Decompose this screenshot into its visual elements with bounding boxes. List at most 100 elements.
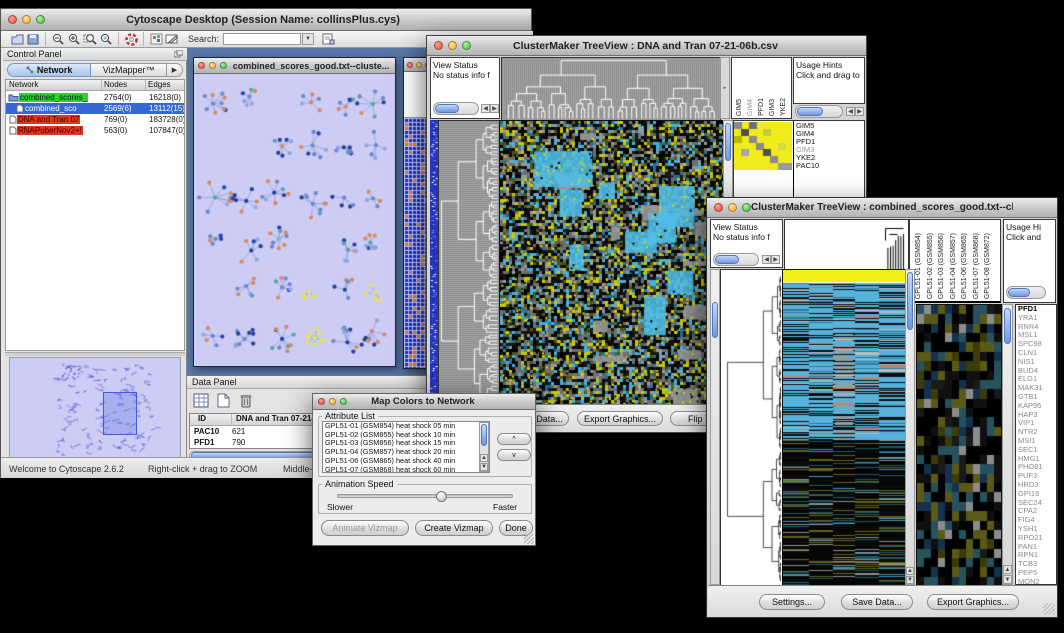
- treeview2-title-bar[interactable]: ClusterMaker TreeView : combined_scores_…: [707, 198, 1057, 218]
- minimize-button[interactable]: [329, 398, 336, 405]
- tv1-heatmap-canvas[interactable]: [499, 120, 724, 406]
- tv1-status-scrollbar[interactable]: [433, 102, 479, 115]
- scroll-right-arrow[interactable]: ▶: [855, 107, 864, 116]
- tv1-thumbnail-canvas[interactable]: [734, 122, 792, 170]
- scroll-left-arrow[interactable]: ◀: [762, 255, 771, 264]
- create-vizmap-button[interactable]: Create Vizmap: [415, 520, 493, 536]
- tv1-selection-strip-canvas[interactable]: [430, 120, 438, 404]
- resize-grip[interactable]: [1043, 603, 1055, 615]
- tv1-column-dendrogram-canvas[interactable]: [501, 57, 721, 121]
- scroll-down-arrow[interactable]: ▼: [480, 463, 488, 471]
- help-icon[interactable]: [123, 32, 139, 47]
- tv2-usage-scrollbar[interactable]: [1006, 286, 1046, 299]
- overview-canvas[interactable]: [9, 357, 181, 459]
- panel-split-handle[interactable]: [5, 352, 185, 356]
- table-view-icon[interactable]: [193, 393, 209, 413]
- tv1-row-dendrogram-canvas[interactable]: [438, 120, 500, 406]
- export-graphics-button[interactable]: Export Graphics...: [927, 594, 1019, 610]
- gene-label: MON2: [1018, 578, 1056, 585]
- zoom-button[interactable]: [742, 203, 751, 212]
- zoom-selected-icon[interactable]: [98, 32, 114, 47]
- tv2-row-dendrogram-canvas[interactable]: [720, 269, 783, 587]
- network-row-combined-scores[interactable]: combined_scores_ 2764(0) 16218(0): [6, 92, 184, 103]
- move-up-button[interactable]: ^: [497, 433, 531, 445]
- scroll-left-arrow[interactable]: ◀: [846, 107, 855, 116]
- scroll-right-arrow[interactable]: ▶: [490, 104, 499, 113]
- tv1-right-scrollbar[interactable]: [795, 105, 843, 118]
- zoom-fit-icon[interactable]: [82, 32, 98, 47]
- col-header-edges[interactable]: Edges: [146, 80, 184, 90]
- animation-speed-slider[interactable]: [337, 494, 513, 498]
- scroll-down-arrow[interactable]: ▼: [906, 576, 914, 584]
- minimize-button[interactable]: [448, 41, 457, 50]
- search-input[interactable]: [223, 33, 301, 45]
- treeview1-title-bar[interactable]: ClusterMaker TreeView : DNA and Tran 07-…: [427, 36, 866, 56]
- zoom-button[interactable]: [340, 398, 347, 405]
- tv2-column-mini-canvas[interactable]: [784, 219, 909, 270]
- close-button[interactable]: [318, 398, 325, 405]
- overview-selection-rect[interactable]: [103, 392, 137, 435]
- tab-vizmapper[interactable]: VizMapper™: [91, 63, 167, 77]
- vizmapper-icon[interactable]: [148, 32, 164, 47]
- scroll-up-arrow[interactable]: ▲: [1003, 565, 1012, 574]
- tv2-heatmap-canvas[interactable]: [782, 269, 906, 587]
- float-panel-icon[interactable]: [174, 45, 183, 63]
- network-row-combined-sco-selected[interactable]: combined_sco 2569(6) 13112(15): [6, 103, 184, 114]
- tab-network[interactable]: Network: [7, 63, 91, 77]
- zoom-button[interactable]: [36, 15, 45, 24]
- settings-button[interactable]: Settings...: [759, 594, 825, 610]
- zoom-button[interactable]: [220, 62, 227, 69]
- report-icon[interactable]: [320, 32, 336, 47]
- scroll-up-arrow[interactable]: ▲: [906, 567, 914, 575]
- zoom-button[interactable]: [462, 41, 471, 50]
- minimize-button[interactable]: [728, 203, 737, 212]
- network-row-rnapuber[interactable]: RNAPuberNov2+! 563(0) 107847(0): [6, 125, 184, 136]
- save-icon[interactable]: [25, 32, 41, 47]
- slider-thumb[interactable]: [436, 491, 447, 502]
- tv2-zoom-heatmap-canvas[interactable]: [916, 304, 1002, 587]
- scroll-down-arrow[interactable]: ▼: [1003, 575, 1012, 584]
- scroll-up-arrow[interactable]: ▲: [480, 454, 488, 462]
- zoom-in-icon[interactable]: [66, 32, 82, 47]
- tv2-gene-list[interactable]: PFD1YRA1RNR4MSL1SPC98CLN1NIS1BUD4ELG1MAK…: [1015, 304, 1057, 585]
- save-data-button[interactable]: Save Data...: [841, 594, 913, 610]
- open-file-icon[interactable]: [9, 32, 25, 47]
- tv2-heatmap-vscrollbar[interactable]: ▲ ▼: [905, 269, 915, 585]
- attribute-list[interactable]: GPL51-01 (GSM854) heat shock 05 minGPL51…: [322, 421, 490, 473]
- col-header-nodes[interactable]: Nodes: [102, 80, 146, 90]
- attribute-list-scrollbar[interactable]: ▲ ▼: [479, 422, 489, 472]
- tab-overflow-button[interactable]: ▶: [167, 63, 183, 77]
- close-button[interactable]: [198, 62, 205, 69]
- new-document-icon[interactable]: [217, 393, 230, 413]
- minimize-button[interactable]: [416, 62, 422, 68]
- tv1-scroll-strip[interactable]: ▸: [720, 57, 730, 119]
- zoom-out-icon[interactable]: [50, 32, 66, 47]
- trash-icon[interactable]: [239, 393, 253, 413]
- move-down-button[interactable]: v: [497, 449, 531, 461]
- search-dropdown-arrow[interactable]: ▼: [302, 33, 314, 45]
- scroll-right-arrow[interactable]: ▶: [771, 255, 780, 264]
- minimize-button[interactable]: [22, 15, 31, 24]
- network-view-title-bar[interactable]: combined_scores_good.txt--cluste...: [194, 58, 395, 74]
- network-view-canvas[interactable]: [194, 74, 395, 366]
- scroll-left-arrow[interactable]: ◀: [481, 104, 490, 113]
- dialog-title-bar[interactable]: Map Colors to Network: [313, 394, 535, 410]
- tv2-dendro-vscrollbar[interactable]: [710, 269, 720, 585]
- resize-grip[interactable]: [524, 534, 534, 544]
- minimize-button[interactable]: [209, 62, 216, 69]
- col-header-network[interactable]: Network: [6, 80, 102, 90]
- network-row-dna-tran[interactable]: DNA and Tran 07 769(0) 183728(0): [6, 114, 184, 125]
- tv2-view-status-panel: View Status No status info f ◀ ▶: [710, 219, 783, 268]
- close-button[interactable]: [434, 41, 443, 50]
- id-column-header[interactable]: ID: [190, 414, 232, 425]
- close-button[interactable]: [714, 203, 723, 212]
- export-graphics-button[interactable]: Export Graphics...: [577, 411, 663, 426]
- close-button[interactable]: [407, 62, 413, 68]
- tv1-gene-list[interactable]: GIM5GIM4PFD1GIM3YKE2PAC10: [796, 122, 862, 172]
- animate-vizmap-button[interactable]: Animate Vizmap: [321, 520, 409, 536]
- edges-count: 13112(15): [149, 104, 184, 113]
- tv2-gene-vscrollbar[interactable]: ▲ ▼: [1002, 304, 1013, 585]
- main-title-bar[interactable]: Cytoscape Desktop (Session Name: collins…: [1, 9, 531, 31]
- close-button[interactable]: [8, 15, 17, 24]
- tv2-status-scrollbar[interactable]: [713, 253, 759, 266]
